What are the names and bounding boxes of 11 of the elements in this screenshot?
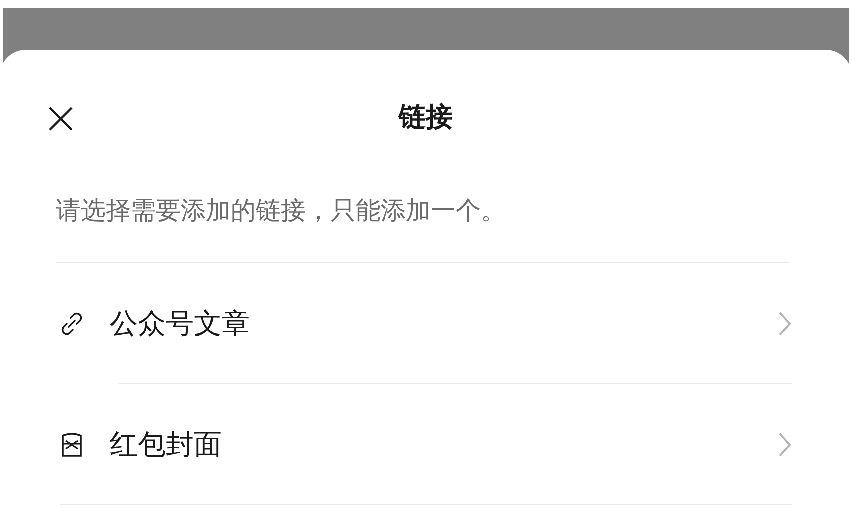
link-icon [60,310,84,336]
chevron-right-icon [778,432,792,458]
sheet-title: 链接 [399,101,453,135]
list-item[interactable]: 红包封面 [60,384,792,505]
item-label: 红包封面 [110,426,222,462]
item-label: 公众号文章 [110,306,250,342]
list-item[interactable]: 公众号文章 [60,263,792,384]
envelope-icon [60,432,84,458]
close-icon[interactable] [48,106,74,132]
hint-text: 请选择需要添加的链接，只能添加一个。 [56,186,790,263]
chevron-right-icon [778,310,792,336]
